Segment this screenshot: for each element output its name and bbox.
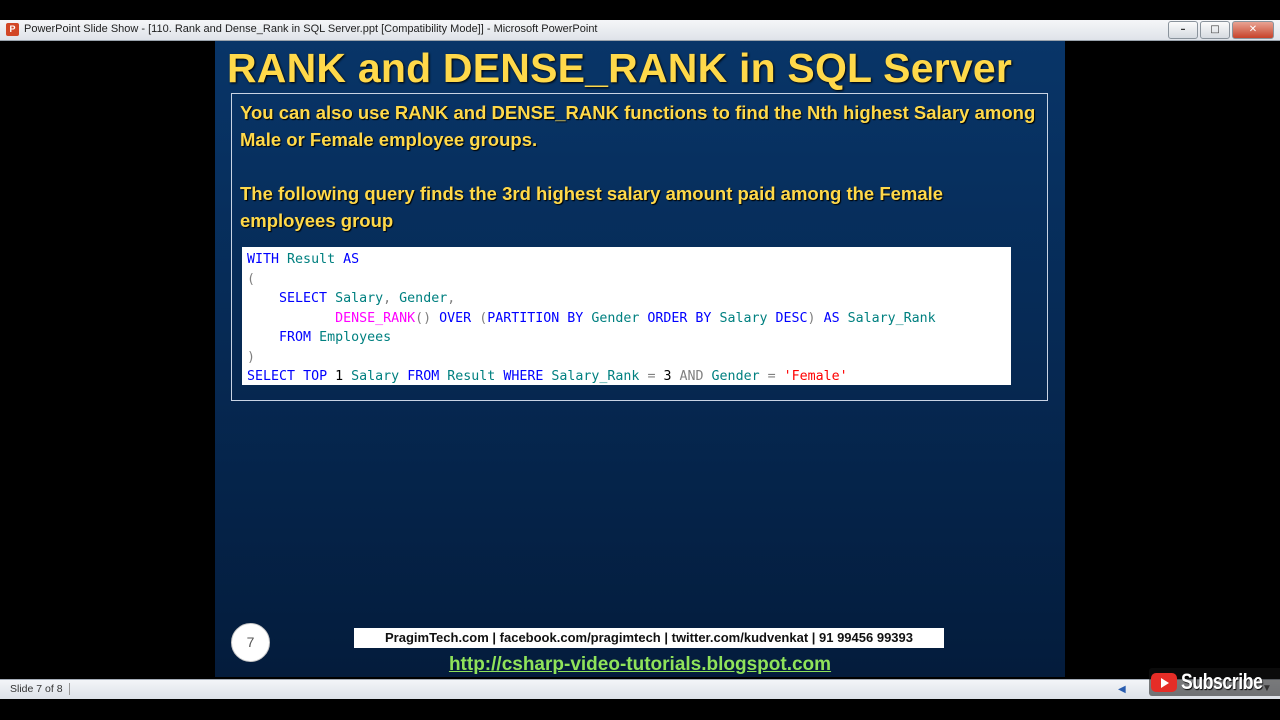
sql-token: DESC xyxy=(775,310,808,326)
sql-token: Salary xyxy=(719,310,768,326)
sql-token: Gender xyxy=(591,310,640,326)
sql-token: WITH xyxy=(247,252,280,267)
sql-token: TOP xyxy=(303,369,328,384)
content-box: You can also use RANK and DENSE_RANK fun… xyxy=(231,93,1048,401)
powerpoint-app-icon[interactable]: P xyxy=(6,23,19,36)
sql-token: Gender xyxy=(399,291,448,306)
slide-indicator: Slide 7 of 8 xyxy=(10,683,70,695)
footer-link[interactable]: http://csharp-video-tutorials.blogspot.c… xyxy=(215,654,1065,676)
sql-token: WHERE xyxy=(503,369,544,384)
window-title: PowerPoint Slide Show - [110. Rank and D… xyxy=(24,23,598,35)
sql-token: FROM xyxy=(407,369,440,384)
previous-arrow-icon[interactable]: ◀ xyxy=(1118,684,1126,695)
sql-token: ) xyxy=(807,310,816,326)
sql-token: 'Female' xyxy=(783,369,848,384)
sql-code-block: WITH Result AS ( SELECT Salary, Gender, … xyxy=(242,247,1011,385)
sql-token: OVER xyxy=(439,310,472,326)
sql-token: ( xyxy=(247,271,256,287)
sql-token: AS xyxy=(823,310,840,326)
sql-token: Salary_Rank xyxy=(551,369,640,384)
slide-paragraph-2: The following query finds the 3rd highes… xyxy=(240,183,944,231)
sql-token: = xyxy=(647,369,656,384)
sql-token: , xyxy=(447,291,456,306)
sql-token: Result xyxy=(447,369,496,384)
close-button[interactable]: ✕ xyxy=(1232,21,1274,39)
minimize-button[interactable]: – xyxy=(1168,21,1198,39)
slide-title: RANK and DENSE_RANK in SQL Server xyxy=(227,45,1013,91)
sql-token: AND xyxy=(679,369,704,384)
status-bar: Slide 7 of 8 ◀ ▼ xyxy=(0,679,1280,699)
window-title-bar: P PowerPoint Slide Show - [110. Rank and… xyxy=(0,20,1280,41)
sql-token: , xyxy=(383,291,392,306)
sql-token: Salary xyxy=(335,291,384,306)
sql-token: Result xyxy=(287,252,336,267)
sql-token: PARTITION BY xyxy=(487,310,584,326)
sql-token: FROM xyxy=(279,330,312,345)
sql-token: SELECT xyxy=(279,291,328,306)
sql-token: Gender xyxy=(711,369,760,384)
sql-token: = xyxy=(767,369,776,384)
subscribe-watermark[interactable]: Subscribe xyxy=(1149,668,1280,696)
subscribe-label: Subscribe xyxy=(1181,669,1263,694)
youtube-play-icon xyxy=(1151,672,1177,692)
slide-paragraph-1: You can also use RANK and DENSE_RANK fun… xyxy=(240,102,1036,150)
sql-token: Salary_Rank xyxy=(847,310,936,326)
sql-token: SELECT xyxy=(247,369,296,384)
footer-contacts: PragimTech.com | facebook.com/pragimtech… xyxy=(354,628,944,648)
sql-token: AS xyxy=(343,252,360,267)
sql-token: () xyxy=(415,310,432,326)
sql-token: ) xyxy=(247,349,256,365)
slide[interactable]: RANK and DENSE_RANK in SQL Server You ca… xyxy=(215,41,1065,677)
sql-token: DENSE_RANK xyxy=(335,310,416,326)
maximize-button[interactable]: □ xyxy=(1200,21,1230,39)
sql-token: 1 xyxy=(335,369,344,384)
window-controls: – □ ✕ xyxy=(1168,21,1274,39)
sql-token: ORDER BY xyxy=(647,310,712,326)
sql-token: Employees xyxy=(319,330,392,345)
sql-token: 3 xyxy=(663,369,672,384)
sql-token: Salary xyxy=(351,369,400,384)
